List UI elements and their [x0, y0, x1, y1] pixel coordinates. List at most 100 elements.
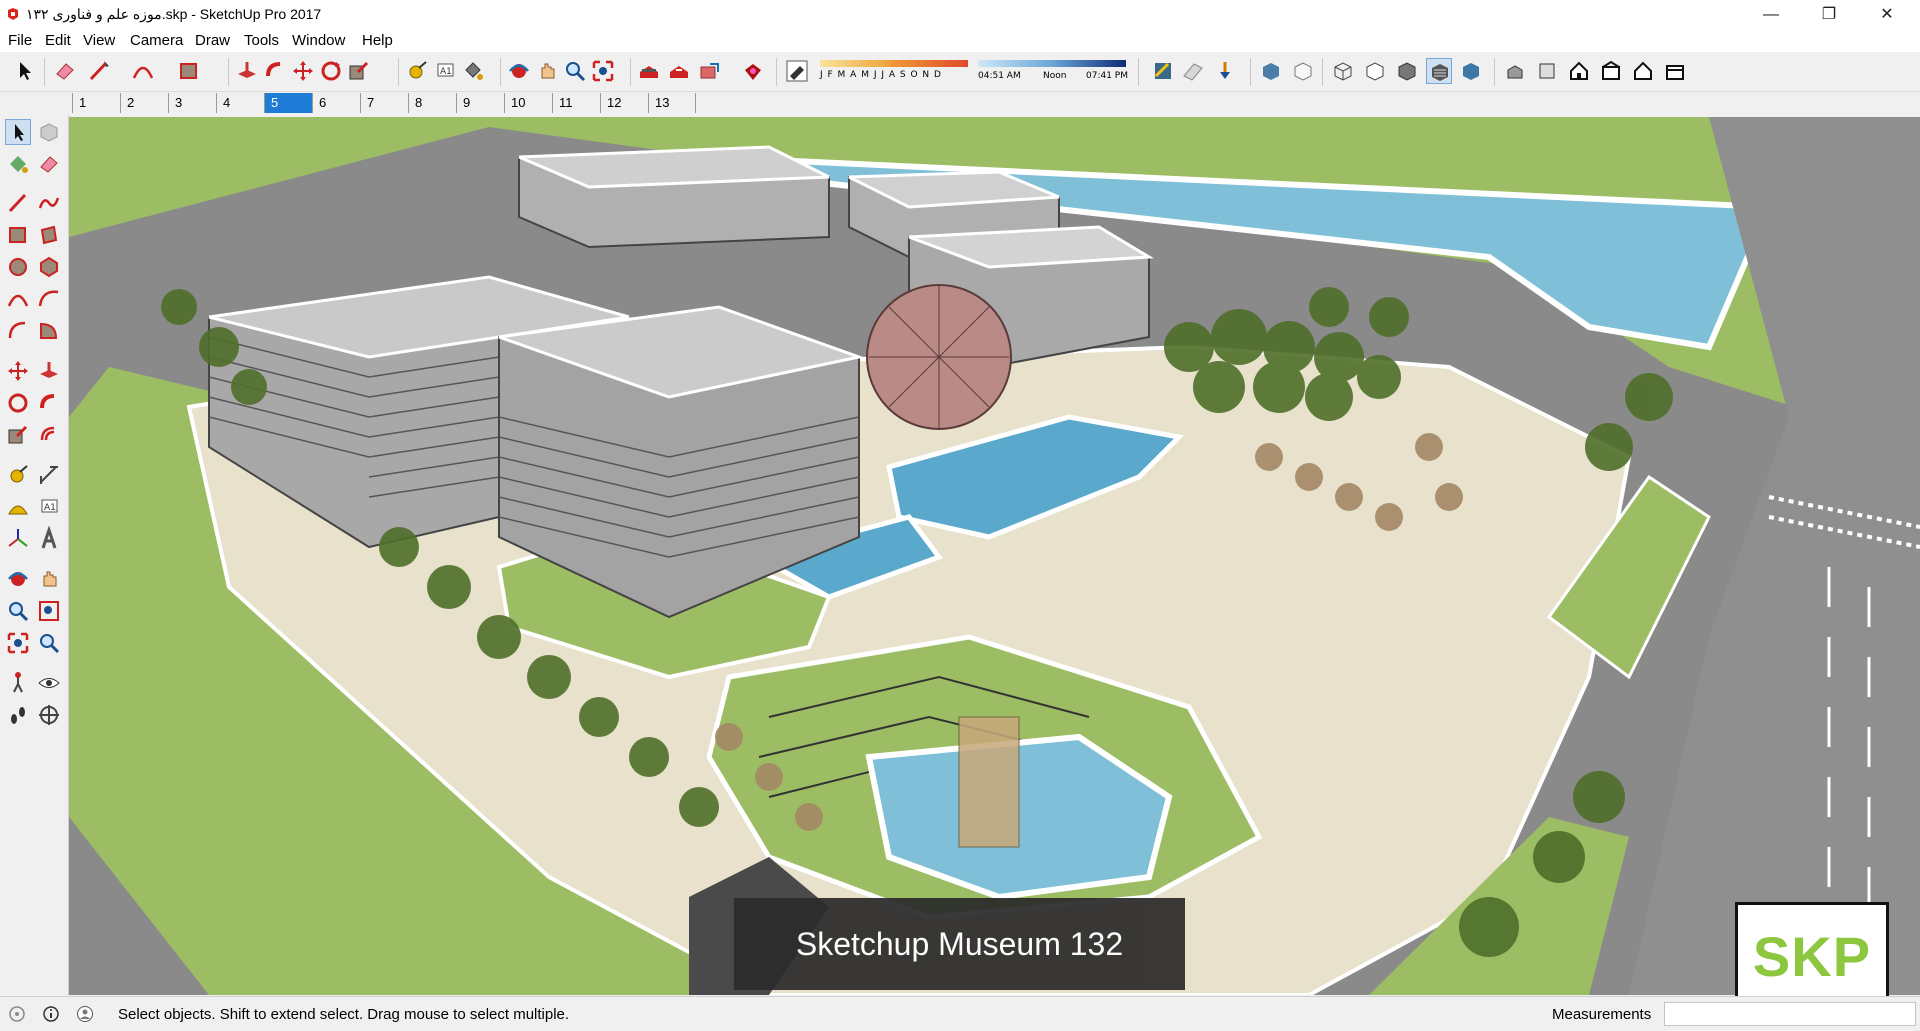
line-tool-icon[interactable] — [86, 58, 112, 84]
axes-icon[interactable] — [5, 526, 31, 552]
scene-tab-10[interactable]: 10 — [504, 93, 552, 113]
front-view-icon[interactable] — [1566, 58, 1592, 84]
rotated-rectangle-icon[interactable] — [36, 222, 62, 248]
scale-icon[interactable] — [5, 422, 31, 448]
scene-tab-5[interactable]: 5 — [264, 93, 312, 113]
xray-style-icon[interactable] — [1258, 58, 1284, 84]
date-slider[interactable]: J F M A M J J A S O N D — [818, 60, 970, 86]
circle-icon[interactable] — [5, 254, 31, 280]
make-component-icon[interactable] — [36, 119, 62, 145]
zoom-extents-icon[interactable] — [5, 630, 31, 656]
line-icon[interactable] — [5, 190, 31, 216]
protractor-icon[interactable] — [5, 494, 31, 520]
monochrome-style-icon[interactable] — [1458, 58, 1484, 84]
display-section-cuts-icon[interactable] — [1212, 58, 1238, 84]
rectangle-icon[interactable] — [5, 222, 31, 248]
menu-edit[interactable]: Edit — [45, 32, 71, 49]
iso-view-icon[interactable] — [1502, 58, 1528, 84]
text-icon[interactable]: A1 — [36, 494, 62, 520]
share-component-icon[interactable] — [696, 58, 722, 84]
pie-icon[interactable] — [36, 318, 62, 344]
three-point-arc-icon[interactable] — [5, 318, 31, 344]
follow-me-icon[interactable] — [36, 390, 62, 416]
position-camera-icon[interactable] — [5, 670, 31, 696]
paint-bucket-tool-icon[interactable] — [460, 58, 486, 84]
geo-location-icon[interactable] — [8, 1005, 26, 1023]
wireframe-style-icon[interactable] — [1330, 58, 1356, 84]
scale-tool-icon[interactable] — [346, 58, 372, 84]
shaded-style-icon[interactable] — [1394, 58, 1420, 84]
polygon-icon[interactable] — [36, 254, 62, 280]
warehouse-icon[interactable] — [636, 58, 662, 84]
shaded-with-textures-style-icon[interactable] — [1426, 58, 1452, 84]
offset-icon[interactable] — [36, 422, 62, 448]
shadows-toggle-icon[interactable] — [784, 58, 810, 84]
3d-text-icon[interactable] — [36, 525, 62, 552]
dimension-icon[interactable] — [36, 462, 62, 488]
push-pull-tool-icon[interactable] — [234, 58, 260, 84]
extension-warehouse-icon[interactable] — [740, 58, 766, 84]
scene-tab-6[interactable]: 6 — [312, 93, 360, 113]
menu-camera[interactable]: Camera — [130, 32, 183, 49]
arc-icon[interactable] — [5, 286, 31, 312]
zoom-extents-tool-icon[interactable] — [590, 58, 616, 84]
menu-draw[interactable]: Draw — [195, 32, 230, 49]
select-tool-icon[interactable] — [5, 119, 31, 145]
rotate-icon[interactable] — [5, 390, 31, 416]
zoom-icon[interactable] — [5, 598, 31, 624]
scene-tab-11[interactable]: 11 — [552, 93, 600, 113]
menu-file[interactable]: File — [8, 32, 32, 49]
scene-tab-3[interactable]: 3 — [168, 93, 216, 113]
pan-icon[interactable] — [36, 566, 62, 592]
minimize-button[interactable]: — — [1742, 0, 1800, 30]
zoom-window-icon[interactable] — [36, 598, 62, 624]
scene-tab-8[interactable]: 8 — [408, 93, 456, 113]
look-around-icon[interactable] — [36, 670, 62, 696]
move-tool-icon[interactable] — [290, 58, 316, 84]
menu-window[interactable]: Window — [292, 32, 345, 49]
freehand-icon[interactable] — [36, 190, 62, 216]
close-button[interactable]: ✕ — [1858, 0, 1916, 30]
top-view-icon[interactable] — [1534, 58, 1560, 84]
move-icon[interactable] — [5, 358, 31, 384]
right-view-icon[interactable] — [1598, 58, 1624, 84]
eraser-icon[interactable] — [36, 151, 62, 177]
pan-tool-icon[interactable] — [534, 58, 560, 84]
scene-tab-1[interactable]: 1 — [72, 93, 120, 113]
push-pull-icon[interactable] — [36, 358, 62, 384]
restore-button[interactable]: ❐ — [1800, 0, 1858, 30]
previous-view-icon[interactable] — [36, 630, 62, 656]
walk-icon[interactable] — [5, 702, 31, 728]
orbit-tool-icon[interactable] — [506, 58, 532, 84]
model-viewport[interactable]: Sketchup Museum 132 — [69, 117, 1920, 995]
user-icon[interactable] — [76, 1005, 94, 1023]
tape-measure-tool-icon[interactable] — [404, 58, 430, 84]
share-model-icon[interactable] — [666, 58, 692, 84]
paint-bucket-icon[interactable] — [5, 151, 31, 177]
rectangle-tool-icon[interactable] — [176, 58, 202, 84]
left-view-icon[interactable] — [1662, 58, 1688, 84]
back-edges-style-icon[interactable] — [1290, 58, 1316, 84]
orbit-icon[interactable] — [5, 566, 31, 592]
scene-tab-2[interactable]: 2 — [120, 93, 168, 113]
scene-tab-7[interactable]: 7 — [360, 93, 408, 113]
menu-view[interactable]: View — [83, 32, 115, 49]
scene-tab-12[interactable]: 12 — [600, 93, 648, 113]
arc-tool-icon[interactable] — [130, 58, 156, 84]
rotate-tool-icon[interactable] — [318, 58, 344, 84]
scene-tab-4[interactable]: 4 — [216, 93, 264, 113]
back-view-icon[interactable] — [1630, 58, 1656, 84]
menu-tools[interactable]: Tools — [244, 32, 279, 49]
section-plane-icon[interactable] — [36, 702, 62, 728]
scene-tab-9[interactable]: 9 — [456, 93, 504, 113]
hidden-line-style-icon[interactable] — [1362, 58, 1388, 84]
zoom-tool-icon[interactable] — [562, 58, 588, 84]
tape-measure-icon[interactable] — [5, 462, 31, 488]
scene-tab-13[interactable]: 13 — [648, 93, 696, 113]
two-point-arc-icon[interactable] — [36, 286, 62, 312]
info-icon[interactable] — [42, 1005, 60, 1023]
select-tool-icon[interactable] — [12, 58, 38, 84]
menu-help[interactable]: Help — [362, 32, 393, 49]
time-slider[interactable]: 04:51 AM Noon 07:41 PM — [976, 60, 1128, 86]
text-tool-icon[interactable]: A1 — [432, 58, 458, 84]
